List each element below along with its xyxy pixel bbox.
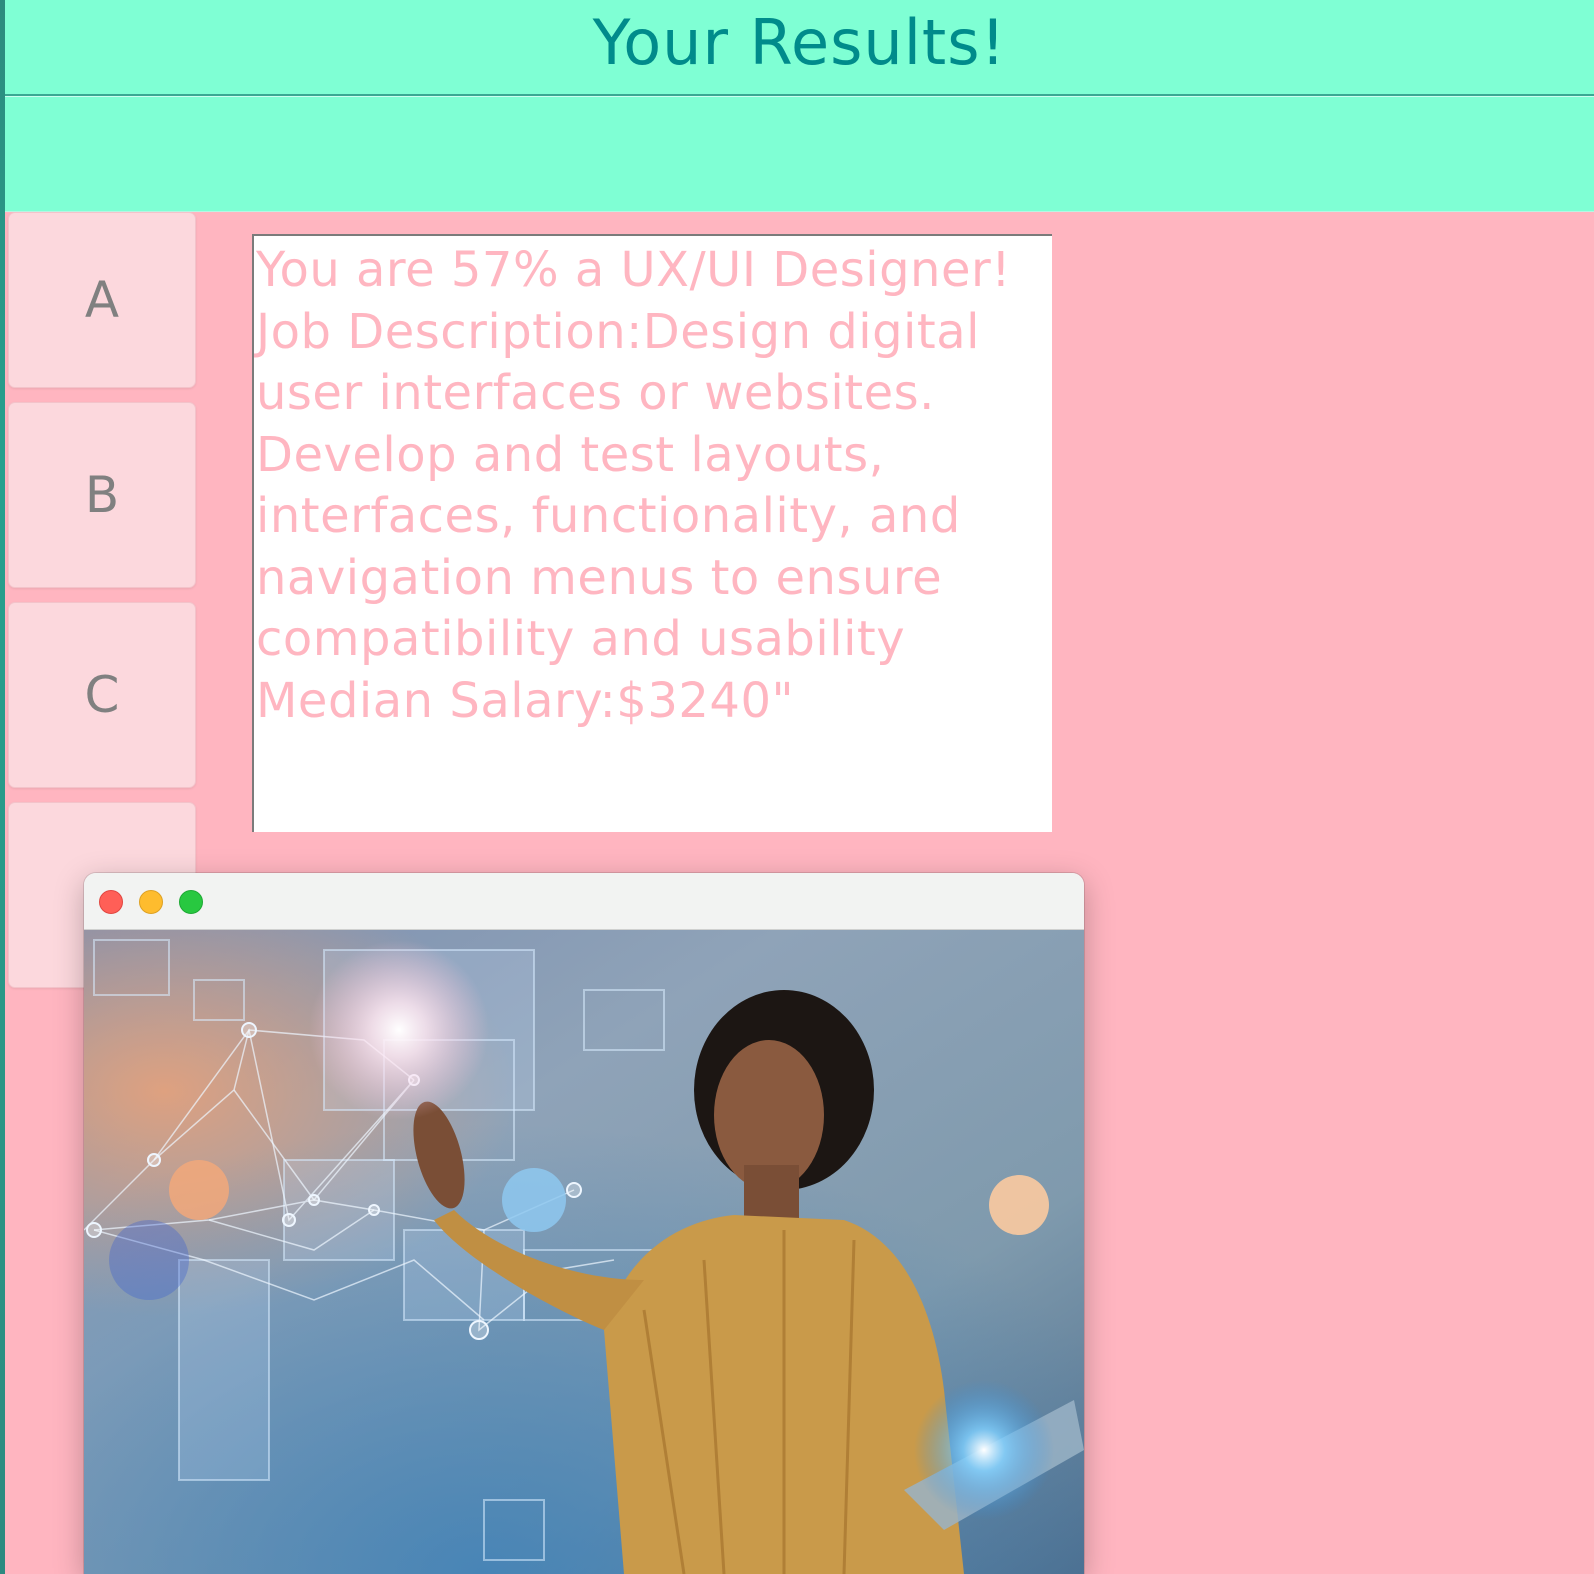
result-text-area[interactable]: You are 57% a UX/UI Designer! Job Descri… xyxy=(252,234,1052,832)
header-bar: Your Results! xyxy=(5,0,1594,96)
result-text: You are 57% a UX/UI Designer! Job Descri… xyxy=(256,242,1011,729)
answer-button-b[interactable]: B xyxy=(8,402,196,588)
maximize-window-button[interactable] xyxy=(179,890,203,914)
subheader-panel xyxy=(5,96,1594,212)
minimize-window-button[interactable] xyxy=(139,890,163,914)
close-window-button[interactable] xyxy=(99,890,123,914)
image-popup-window[interactable] xyxy=(84,873,1084,1574)
page-title: Your Results! xyxy=(592,6,1007,79)
popup-titlebar[interactable] xyxy=(84,873,1084,930)
hologram-designer-image xyxy=(84,930,1084,1574)
answer-button-a[interactable]: A xyxy=(8,212,196,388)
answer-button-c[interactable]: C xyxy=(8,602,196,788)
